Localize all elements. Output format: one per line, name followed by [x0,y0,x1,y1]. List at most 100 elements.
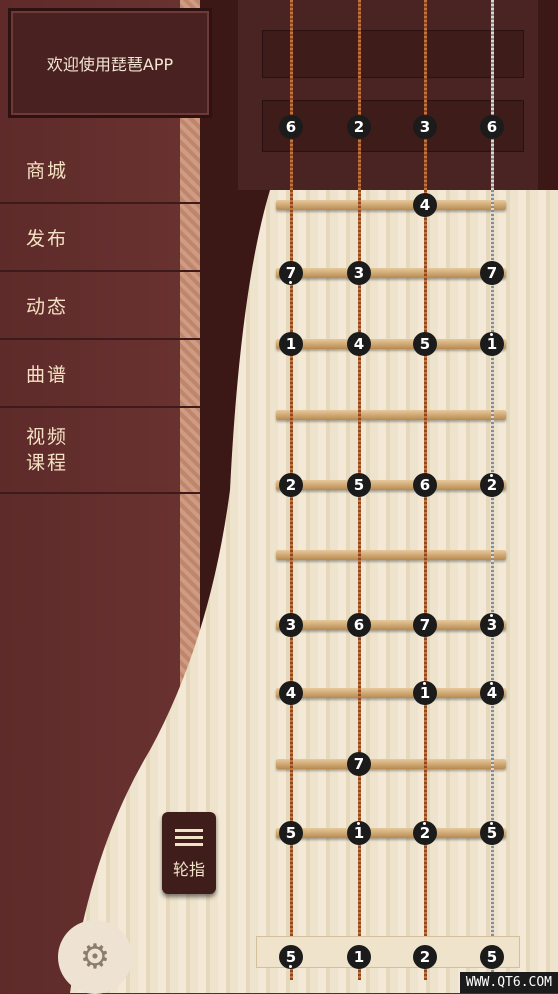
octave-dot [289,965,292,968]
note-value: 3 [285,616,297,634]
menu-lines-icon [175,835,203,839]
note-value: 4 [419,196,431,214]
octave-dot [490,822,493,825]
note-marker[interactable]: 7 [347,752,371,776]
note-value: 2 [419,948,431,966]
note-marker[interactable]: 5 [279,945,303,969]
fret [276,339,506,349]
fret [276,410,506,420]
note-marker[interactable]: 5 [480,945,504,969]
note-value: 7 [486,264,498,282]
note-value: 7 [419,616,431,634]
note-marker[interactable]: 2 [413,821,437,845]
note-marker[interactable]: 6 [413,473,437,497]
note-value: 4 [285,684,297,702]
note-marker[interactable]: 2 [480,473,504,497]
note-marker[interactable]: 4 [279,681,303,705]
fret [276,268,506,278]
welcome-text: 欢迎使用琵琶APP [46,55,174,74]
note-marker[interactable]: 4 [480,681,504,705]
note-value: 4 [486,684,498,702]
note-value: 1 [353,824,365,842]
note-value: 1 [419,684,431,702]
note-value: 1 [285,335,297,353]
note-value: 2 [486,476,498,494]
gear-icon: ⚙ [79,937,111,977]
note-value: 6 [353,616,365,634]
sidebar-item-label: 发布 [26,227,69,250]
nut-block-top [262,30,524,78]
note-marker[interactable]: 5 [347,473,371,497]
settings-button[interactable]: ⚙ [58,920,132,994]
note-value: 5 [353,476,365,494]
menu-lines-icon [175,828,203,832]
note-value: 7 [353,755,365,773]
note-marker[interactable]: 3 [480,613,504,637]
note-marker[interactable]: 5 [279,821,303,845]
sidebar-item-video-course[interactable]: 视频 课程 [0,408,200,494]
welcome-banner: 欢迎使用琵琶APP [8,8,212,118]
fret [276,688,506,698]
note-marker[interactable]: 5 [480,821,504,845]
sidebar-item-publish[interactable]: 发布 [0,204,200,272]
sidebar-item-feed[interactable]: 动态 [0,272,200,340]
sidebar-item-label: 视频 课程 [26,426,69,474]
note-value: 6 [419,476,431,494]
note-marker[interactable]: 1 [347,821,371,845]
fret [276,828,506,838]
note-marker[interactable]: 1 [347,945,371,969]
octave-dot [490,682,493,685]
note-marker[interactable]: 6 [347,613,371,637]
note-value: 5 [486,824,498,842]
note-value: 6 [285,118,297,136]
octave-dot [490,614,493,617]
note-marker[interactable]: 2 [279,473,303,497]
note-value: 3 [419,118,431,136]
note-marker[interactable]: 6 [279,115,303,139]
fingering-button[interactable]: 轮指 [162,812,216,894]
note-value: 5 [285,948,297,966]
note-value: 4 [353,335,365,353]
note-marker[interactable]: 1 [279,332,303,356]
note-marker[interactable]: 6 [480,115,504,139]
fret [276,480,506,490]
sidebar-menu: 商城 发布 动态 曲谱 视频 课程 [0,136,200,494]
fret [276,550,506,560]
note-marker[interactable]: 4 [347,332,371,356]
note-value: 3 [486,616,498,634]
octave-dot [423,682,426,685]
fret [276,620,506,630]
note-marker[interactable]: 3 [413,115,437,139]
note-marker[interactable]: 2 [347,115,371,139]
note-marker[interactable]: 7 [413,613,437,637]
octave-dot [357,822,360,825]
note-value: 1 [353,948,365,966]
note-marker[interactable]: 2 [413,945,437,969]
fingering-label: 轮指 [172,859,205,879]
note-value: 2 [353,118,365,136]
note-value: 1 [486,335,498,353]
note-marker[interactable]: 1 [413,681,437,705]
note-marker[interactable]: 7 [279,261,303,285]
note-marker[interactable]: 4 [413,193,437,217]
note-value: 2 [285,476,297,494]
note-marker[interactable]: 1 [480,332,504,356]
watermark: WWW.QT6.COM [459,972,558,993]
note-marker[interactable]: 7 [480,261,504,285]
note-value: 5 [285,824,297,842]
sidebar-item-label: 商城 [26,159,69,182]
sidebar-item-shop[interactable]: 商城 [0,136,200,204]
note-value: 6 [486,118,498,136]
note-value: 5 [486,948,498,966]
octave-dot [490,333,493,336]
menu-lines-icon [175,842,203,846]
octave-dot [289,281,292,284]
note-marker[interactable]: 3 [279,613,303,637]
note-marker[interactable]: 5 [413,332,437,356]
octave-dot [490,474,493,477]
note-value: 7 [285,264,297,282]
note-marker[interactable]: 3 [347,261,371,285]
sidebar-item-score[interactable]: 曲谱 [0,340,200,408]
note-value: 3 [353,264,365,282]
octave-dot [423,822,426,825]
